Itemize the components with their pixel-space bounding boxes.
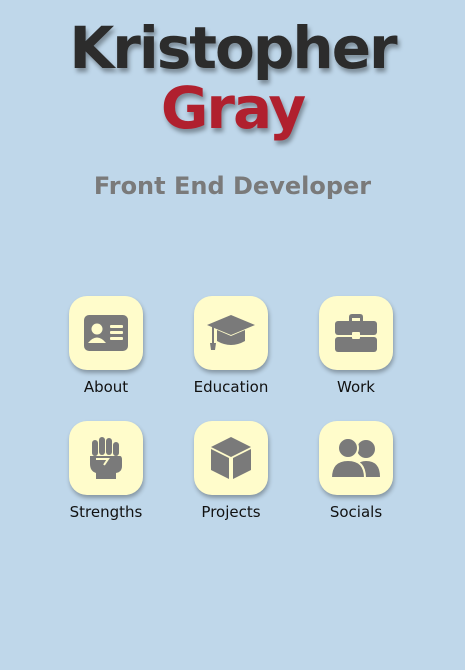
nav-education[interactable]: Education [176,296,286,406]
name-first: Kristopher [69,14,397,82]
id-card-icon [84,315,128,351]
subtitle: Front End Developer [93,172,372,200]
users-icon [330,437,380,479]
nav-strengths-label: Strengths [69,503,143,521]
nav-projects-box[interactable] [194,421,268,495]
nav-about-label: About [83,378,129,396]
nav-strengths[interactable]: Strengths [51,421,161,531]
nav-projects-label: Projects [201,503,261,521]
nav-about[interactable]: About [51,296,161,406]
nav-projects[interactable]: Projects [176,421,286,531]
fist-icon [90,437,122,479]
briefcase-icon [335,314,377,352]
graduation-cap-icon [207,315,255,350]
nav-education-label: Education [193,378,269,396]
nav-work-box[interactable] [319,296,393,370]
nav-socials-label: Socials [329,503,383,521]
nav-work[interactable]: Work [301,296,411,406]
name-last: Gray [160,74,306,142]
nav-about-box[interactable] [69,296,143,370]
nav-strengths-box[interactable] [69,421,143,495]
cube-icon [211,437,251,479]
nav-work-label: Work [337,378,375,396]
nav-education-box[interactable] [194,296,268,370]
nav-socials[interactable]: Socials [301,421,411,531]
nav-socials-box[interactable] [319,421,393,495]
